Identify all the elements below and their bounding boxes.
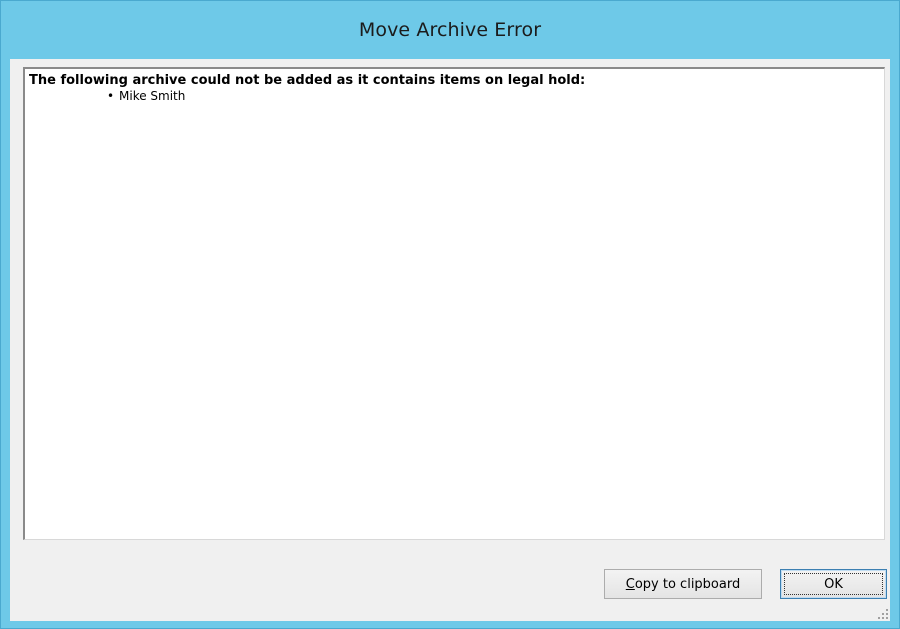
ok-button[interactable]: OK — [780, 569, 887, 599]
dialog-body: The following archive could not be added… — [10, 59, 890, 621]
archive-list: • Mike Smith — [29, 89, 880, 104]
ok-label: OK — [824, 576, 843, 592]
copy-to-clipboard-button[interactable]: Copy to clipboard — [604, 569, 762, 599]
archive-name: Mike Smith — [119, 89, 186, 103]
message-area[interactable]: The following archive could not be added… — [23, 67, 885, 540]
archive-list-item: • Mike Smith — [29, 89, 880, 104]
message-heading: The following archive could not be added… — [29, 73, 586, 88]
resize-grip-icon[interactable] — [876, 607, 888, 619]
window-title: Move Archive Error — [358, 19, 542, 41]
title-bar[interactable]: Move Archive Error — [1, 1, 899, 59]
bullet-icon: • — [107, 89, 115, 103]
move-archive-error-dialog: Move Archive Error The following archive… — [0, 0, 900, 629]
copy-to-clipboard-label: Copy to clipboard — [625, 576, 741, 592]
